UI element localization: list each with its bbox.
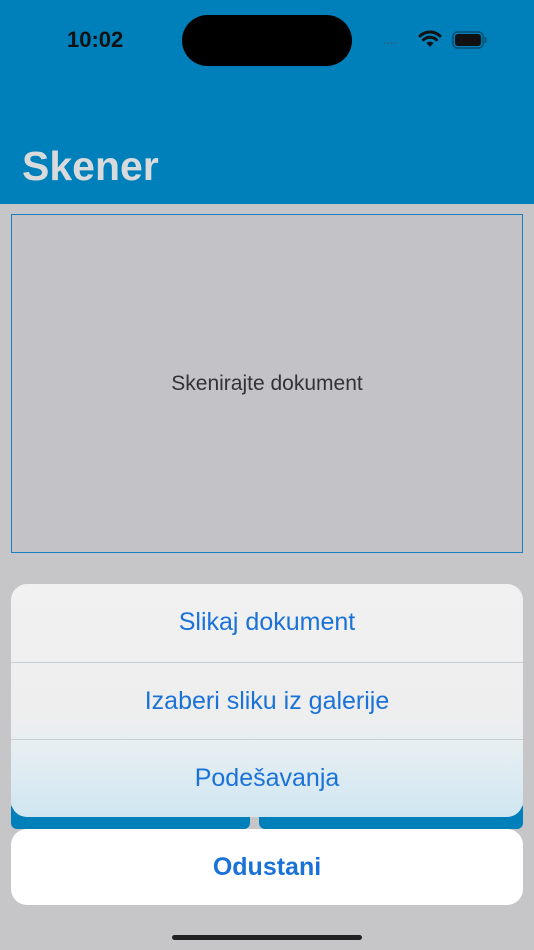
page-title: Skener [22, 143, 159, 189]
battery-icon [452, 31, 487, 49]
dynamic-island [182, 15, 352, 66]
action-sheet: Slikaj dokument Izaberi sliku iz galerij… [11, 584, 523, 817]
header-bar: 10:02 ···· Skener [0, 0, 534, 204]
home-indicator[interactable] [172, 935, 362, 940]
settings-button[interactable]: Podešavanja [11, 739, 523, 817]
scan-placeholder-label: Skenirajte dokument [171, 371, 363, 395]
wifi-icon [418, 30, 442, 47]
status-time: 10:02 [67, 27, 124, 52]
choose-from-gallery-button[interactable]: Izaberi sliku iz galerije [11, 661, 523, 740]
cancel-button[interactable]: Odustani [11, 829, 523, 905]
scan-preview-area[interactable]: Skenirajte dokument [11, 214, 523, 553]
take-photo-button[interactable]: Slikaj dokument [11, 584, 523, 662]
signal-dots-icon: ···· [382, 34, 398, 50]
